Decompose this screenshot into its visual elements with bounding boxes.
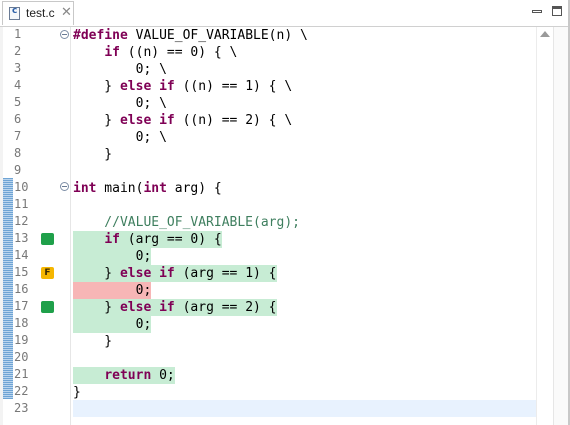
code-line: } bbox=[73, 385, 81, 400]
maximize-icon[interactable] bbox=[552, 6, 562, 16]
code-line: 0; \ bbox=[73, 62, 167, 77]
line-number: 14 bbox=[14, 248, 29, 262]
code-line-not-covered: 0; bbox=[73, 282, 152, 299]
fold-collapse-icon[interactable] bbox=[60, 30, 69, 39]
line-number: 4 bbox=[14, 78, 22, 92]
line-number: 1 bbox=[14, 27, 22, 41]
line-number: 20 bbox=[14, 350, 29, 364]
line-number: 19 bbox=[14, 333, 29, 347]
line-number: 21 bbox=[14, 367, 29, 381]
close-icon[interactable]: ✕ bbox=[61, 5, 72, 20]
code-line: int main(int arg) { bbox=[73, 181, 222, 196]
coverage-marker-failed[interactable]: F bbox=[41, 267, 54, 279]
code-line-covered: 0; bbox=[73, 316, 152, 333]
code-line-covered: if (arg == 0) { bbox=[73, 231, 222, 248]
line-number: 12 bbox=[14, 214, 29, 228]
code-line-covered: return 0; bbox=[73, 367, 175, 384]
line-number: 15 bbox=[14, 265, 29, 279]
coverage-marker-covered[interactable] bbox=[41, 233, 54, 245]
c-file-icon bbox=[9, 6, 20, 20]
line-number: 22 bbox=[14, 384, 29, 398]
change-ruler bbox=[3, 178, 13, 399]
gutter-divider bbox=[70, 27, 71, 425]
fold-collapse-icon[interactable] bbox=[60, 182, 69, 191]
code-line: #define VALUE_OF_VARIABLE(n) \ bbox=[73, 28, 308, 43]
line-number: 13 bbox=[14, 231, 29, 245]
editor-tab-bar: test.c ✕ bbox=[0, 0, 570, 27]
code-line-covered: 0; bbox=[73, 248, 152, 265]
line-number: 7 bbox=[14, 129, 22, 143]
code-line: 0; \ bbox=[73, 130, 167, 145]
line-number: 11 bbox=[14, 197, 29, 211]
line-number: 5 bbox=[14, 95, 22, 109]
line-number: 23 bbox=[14, 401, 29, 415]
line-number: 16 bbox=[14, 282, 29, 296]
line-number: 18 bbox=[14, 316, 29, 330]
code-editor[interactable]: 1 2 3 4 5 6 7 8 9 10 11 12 13 14 15 16 1… bbox=[0, 27, 570, 425]
code-line: } bbox=[73, 147, 113, 162]
code-line-covered: } else if (arg == 1) { bbox=[73, 265, 277, 282]
code-line: 0; \ bbox=[73, 96, 167, 111]
tab-title: test.c bbox=[26, 6, 55, 20]
code-line: } else if ((n) == 2) { \ bbox=[73, 113, 293, 128]
code-line: } bbox=[73, 334, 113, 349]
line-number: 6 bbox=[14, 112, 22, 126]
minimize-icon[interactable] bbox=[532, 6, 542, 16]
scroll-up-icon[interactable] bbox=[540, 31, 550, 37]
current-line-highlight bbox=[73, 400, 536, 417]
vertical-scrollbar[interactable] bbox=[536, 27, 554, 425]
line-number: 2 bbox=[14, 44, 22, 58]
line-number: 10 bbox=[14, 180, 29, 194]
tab-test-c[interactable]: test.c ✕ bbox=[2, 1, 74, 25]
code-line: if ((n) == 0) { \ bbox=[104, 45, 238, 60]
line-number: 8 bbox=[14, 146, 22, 160]
code-line-covered: } else if (arg == 2) { bbox=[73, 299, 277, 316]
coverage-marker-covered[interactable] bbox=[41, 301, 54, 313]
code-comment-line: //VALUE_OF_VARIABLE(arg); bbox=[73, 215, 300, 230]
line-number: 3 bbox=[14, 61, 22, 75]
line-number: 17 bbox=[14, 299, 29, 313]
code-line: } else if ((n) == 1) { \ bbox=[73, 79, 293, 94]
line-number: 9 bbox=[14, 163, 22, 177]
